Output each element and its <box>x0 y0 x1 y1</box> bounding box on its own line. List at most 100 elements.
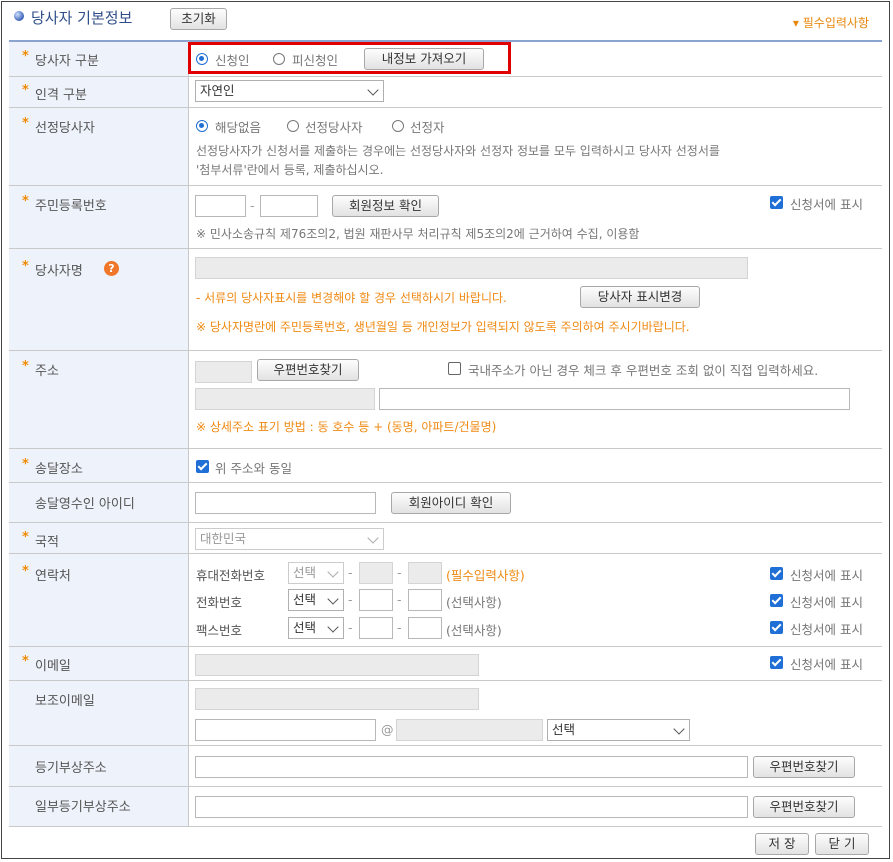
phone-middle-input[interactable] <box>359 589 393 611</box>
chevron-down-icon <box>327 621 339 633</box>
radio-designated-party-label: 선정당사자 <box>305 120 363 135</box>
phone-prefix-select[interactable]: 선택 <box>288 589 344 611</box>
help-icon[interactable]: ? <box>104 261 119 276</box>
row-divider <box>9 248 882 249</box>
fax-prefix-select[interactable]: 선택 <box>288 617 344 639</box>
email-domain-value: 선택 <box>552 722 576 737</box>
mobile-prefix-select: 선택 <box>288 562 344 584</box>
save-button[interactable]: 저 장 <box>755 833 809 855</box>
email-domain-select[interactable]: 선택 <box>547 719 690 741</box>
separator: - <box>397 620 402 635</box>
zipcode-input <box>195 361 252 383</box>
row-divider <box>9 350 882 351</box>
delivery-recipient-label: 송달영수인 아이디 <box>35 497 135 512</box>
address-label: 주소 <box>22 359 59 379</box>
fax-middle-input[interactable] <box>359 617 393 639</box>
row-divider <box>9 680 882 681</box>
person-type-select[interactable]: 자연인 <box>195 80 384 102</box>
at-sign: @ <box>381 722 394 737</box>
row-divider <box>9 107 882 108</box>
mobile-required-note: (필수입력사항) <box>446 568 525 583</box>
registry-address-input[interactable] <box>195 756 748 778</box>
person-type-label: 인격 구분 <box>22 83 87 103</box>
phone-optional-note: (선택사항) <box>446 595 502 610</box>
row-divider <box>9 553 882 554</box>
show-fax-label: 신청서에 표시 <box>790 622 863 637</box>
verify-member-button[interactable]: 회원정보 확인 <box>332 195 439 217</box>
address-main-input <box>195 388 375 410</box>
zip-search-button[interactable]: 우편번호찾기 <box>257 359 359 381</box>
fax-optional-note: (선택사항) <box>446 623 502 638</box>
show-email-label: 신청서에 표시 <box>790 657 863 672</box>
row-divider <box>9 646 882 647</box>
registry-zip-search-button[interactable]: 우편번호찾기 <box>753 756 855 778</box>
separator: - <box>397 565 402 580</box>
address-notice: ※ 상세주소 표기 방법 : 동 호수 등 + (동명, 아파트/건물명) <box>196 420 497 434</box>
chevron-down-icon <box>673 723 685 735</box>
secondary-email-domain-input <box>396 719 543 741</box>
highlight-box <box>188 42 511 74</box>
designated-party-label: 선정당사자 <box>22 116 95 136</box>
required-note-marker: ▾ <box>792 16 799 30</box>
section-title: 당사자 기본정보 <box>31 9 133 27</box>
nationality-label: 국적 <box>22 530 59 550</box>
delivery-recipient-input[interactable] <box>195 492 376 514</box>
radio-designated-party[interactable] <box>287 120 299 132</box>
change-party-display-button[interactable]: 당사자 표시변경 <box>580 286 700 308</box>
partial-registry-address-label: 일부등기부상주소 <box>35 800 131 815</box>
nationality-value: 대한민국 <box>200 531 247 546</box>
radio-none-label: 해당없음 <box>215 120 262 135</box>
registry-address-label: 등기부상주소 <box>35 761 107 776</box>
show-resident-checkbox[interactable] <box>770 196 783 209</box>
phone-label: 전화번호 <box>196 595 243 610</box>
address-detail-input[interactable] <box>379 388 850 410</box>
mobile-prefix-value: 선택 <box>293 565 317 580</box>
party-name-label: 당사자명 <box>22 259 83 279</box>
same-address-checkbox[interactable] <box>196 460 209 473</box>
nationality-select: 대한민국 <box>195 528 384 550</box>
phone-last-input[interactable] <box>408 589 442 611</box>
show-phone-checkbox[interactable] <box>770 594 783 607</box>
reset-button[interactable]: 초기화 <box>170 8 227 30</box>
column-divider <box>188 41 189 826</box>
row-divider <box>9 76 882 77</box>
partial-registry-zip-search-button[interactable]: 우편번호찾기 <box>753 796 855 818</box>
mobile-last-input <box>408 562 442 584</box>
party-type-label: 당사자 구분 <box>22 49 99 69</box>
secondary-email-id-input[interactable] <box>195 719 376 741</box>
mobile-middle-input <box>359 562 393 584</box>
separator: - <box>348 565 353 580</box>
show-mobile-checkbox[interactable] <box>770 567 783 580</box>
row-divider <box>9 826 882 827</box>
partial-registry-address-input[interactable] <box>195 796 748 818</box>
chevron-down-icon <box>367 532 379 544</box>
bullet-icon <box>14 11 24 21</box>
mobile-label: 휴대전화번호 <box>196 568 266 583</box>
separator: - <box>348 592 353 607</box>
close-button[interactable]: 닫 기 <box>815 833 869 855</box>
resident-number-back[interactable] <box>260 195 318 217</box>
foreign-address-checkbox[interactable] <box>448 362 461 375</box>
chevron-down-icon <box>327 566 339 578</box>
show-fax-checkbox[interactable] <box>770 621 783 634</box>
show-email-checkbox[interactable] <box>770 656 783 669</box>
verify-member-id-button[interactable]: 회원아이디 확인 <box>391 492 511 514</box>
row-divider <box>9 786 882 787</box>
fax-last-input[interactable] <box>408 617 442 639</box>
radio-designator[interactable] <box>392 120 404 132</box>
contact-label: 연락처 <box>22 564 71 584</box>
resident-number-front[interactable] <box>195 195 246 217</box>
party-name-notice1: - 서류의 당사자표시를 변경해야 할 경우 선택하시기 바랍니다. <box>196 291 507 305</box>
row-divider <box>9 522 882 523</box>
same-address-label: 위 주소와 동일 <box>215 461 292 476</box>
row-divider <box>9 448 882 449</box>
row-divider <box>9 185 882 186</box>
radio-none[interactable] <box>196 120 208 132</box>
party-name-notice2: ※ 당사자명란에 주민등록번호, 생년월일 등 개인정보가 입력되지 않도록 주… <box>196 320 690 334</box>
email-input <box>195 654 479 676</box>
secondary-email-display <box>195 688 479 710</box>
show-resident-label: 신청서에 표시 <box>790 197 863 212</box>
required-note: ▾ 필수입력사항 <box>793 14 869 31</box>
fax-label: 팩스번호 <box>196 623 243 638</box>
phone-prefix-value: 선택 <box>293 592 317 607</box>
